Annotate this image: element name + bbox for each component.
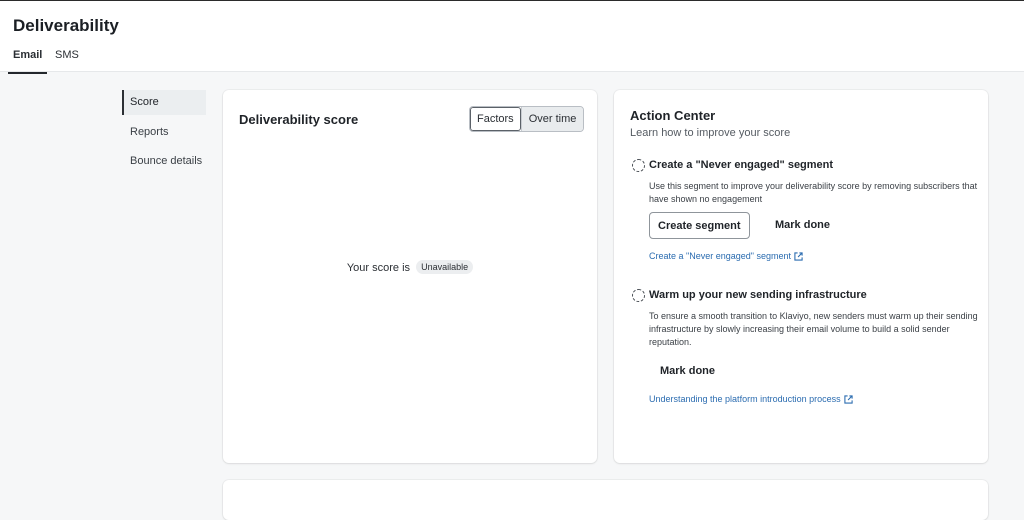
- over-time-toggle-button[interactable]: Over time: [520, 107, 584, 131]
- score-prefix: Your score is: [346, 262, 411, 274]
- task-title: Create a "Never engaged" segment: [649, 159, 834, 171]
- view-toggle: Factors Over time: [469, 106, 585, 132]
- dashed-circle-icon: [632, 289, 645, 302]
- task-description: To ensure a smooth transition to Klaviyo…: [649, 311, 978, 347]
- score-status: Your score is Unavailable: [223, 260, 597, 274]
- platform-introduction-link[interactable]: Understanding the platform introduction …: [649, 394, 853, 404]
- tab-email[interactable]: Email: [7, 45, 48, 74]
- task-description: Use this segment to improve your deliver…: [649, 181, 978, 204]
- task-title: Warm up your new sending infrastructure: [649, 289, 867, 301]
- action-center-subtitle: Learn how to improve your score: [630, 127, 791, 139]
- sidenav-item-reports[interactable]: Reports: [122, 120, 206, 145]
- mark-done-button[interactable]: Mark done: [775, 212, 830, 239]
- score-status-badge: Unavailable: [416, 260, 474, 274]
- deliverability-score-card: Deliverability score Factors Over time Y…: [223, 90, 597, 463]
- external-link-icon: [794, 251, 803, 261]
- link-label: Understanding the platform introduction …: [649, 394, 841, 404]
- dashed-circle-icon: [632, 159, 645, 172]
- link-label: Create a "Never engaged" segment: [649, 251, 791, 261]
- action-center-title: Action Center: [630, 108, 716, 123]
- sidenav-item-score[interactable]: Score: [122, 90, 206, 115]
- next-card: [223, 480, 988, 520]
- tab-sms[interactable]: SMS: [55, 45, 79, 73]
- mark-done-button[interactable]: Mark done: [660, 358, 715, 385]
- action-center-card: Action Center Learn how to improve your …: [614, 90, 988, 463]
- score-card-title: Deliverability score: [239, 112, 359, 127]
- top-header: Deliverability Email SMS: [0, 0, 1024, 74]
- external-link-icon: [843, 394, 853, 404]
- factors-toggle-button[interactable]: Factors: [470, 107, 521, 131]
- never-engaged-segment-link[interactable]: Create a "Never engaged" segment: [649, 251, 803, 261]
- sidenav-item-bounce-details[interactable]: Bounce details: [122, 149, 206, 174]
- create-segment-button[interactable]: Create segment: [649, 212, 750, 239]
- page-title: Deliverability: [13, 16, 119, 35]
